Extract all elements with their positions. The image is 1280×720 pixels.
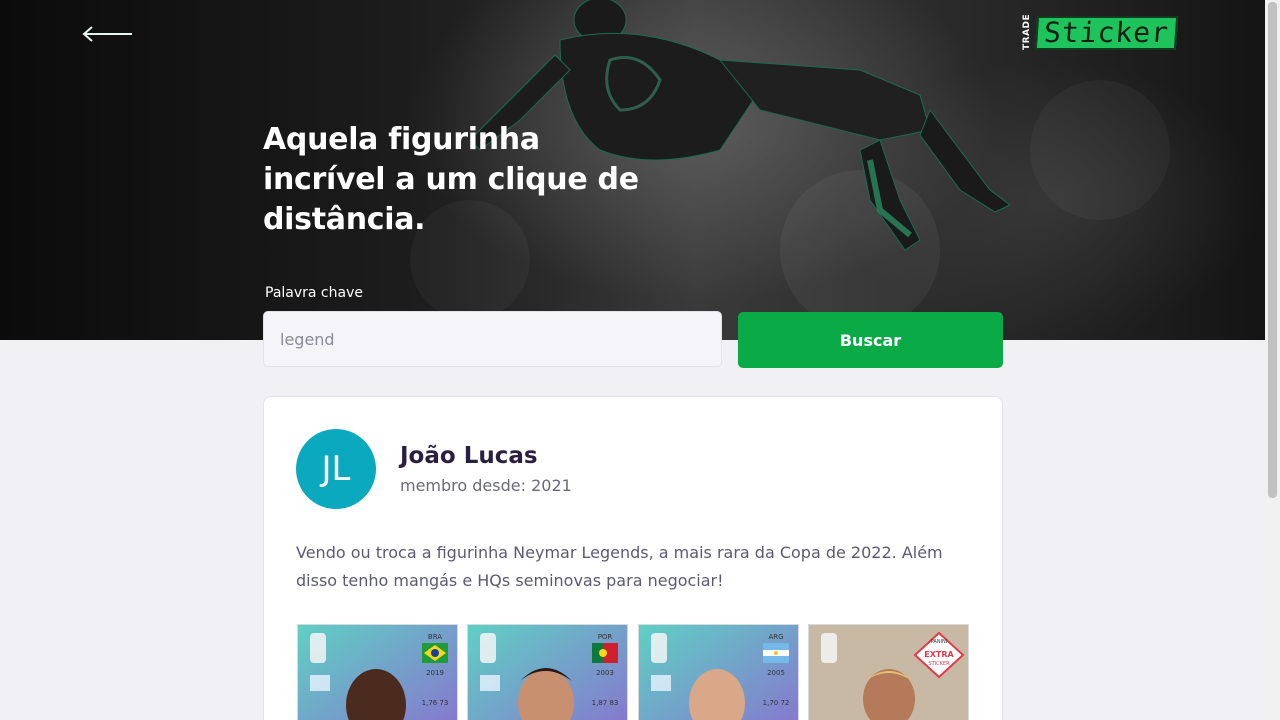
svg-text:1,87 83: 1,87 83 xyxy=(592,699,619,707)
user-name[interactable]: João Lucas xyxy=(400,443,538,469)
svg-text:ARG: ARG xyxy=(768,633,783,641)
trophy-icon xyxy=(480,633,496,663)
hero-headline: Aquela figurinha incrível a um clique de… xyxy=(263,122,639,237)
sticker-card-arg[interactable]: ARG 2005 1,70 72 xyxy=(638,624,799,720)
page-scrollbar[interactable] xyxy=(1265,0,1280,720)
post-card: JL João Lucas membro desde: 2021 Vendo o… xyxy=(263,396,1003,720)
logo-trade-text: TRADE xyxy=(1022,13,1032,50)
svg-text:STICKER: STICKER xyxy=(928,661,950,667)
svg-text:BRA: BRA xyxy=(428,633,442,641)
trophy-icon xyxy=(821,633,837,663)
svg-text:1,70 72: 1,70 72 xyxy=(763,699,790,707)
sticker-card-bra[interactable]: BRA 2019 1,76 73 xyxy=(297,624,458,720)
logo-sticker-text: Sticker xyxy=(1034,16,1179,50)
member-since: membro desde: 2021 xyxy=(400,476,572,495)
svg-text:EXTRA: EXTRA xyxy=(924,650,954,659)
avatar[interactable]: JL xyxy=(296,429,376,509)
hero-banner: TRADE Sticker Aquela figurinha incrível … xyxy=(0,0,1265,340)
search-input[interactable] xyxy=(263,311,722,367)
search-label: Palavra chave xyxy=(265,285,363,301)
sticker-gallery: BRA 2019 1,76 73 POR 2003 1,87 83 ARG 20… xyxy=(297,624,977,720)
sticker-card-por[interactable]: POR 2003 1,87 83 xyxy=(467,624,628,720)
svg-text:2003: 2003 xyxy=(596,669,614,677)
svg-text:PANINI: PANINI xyxy=(931,639,948,645)
svg-text:2019: 2019 xyxy=(426,669,444,677)
trophy-icon xyxy=(651,633,667,663)
svg-text:2005: 2005 xyxy=(767,669,785,677)
search-button[interactable]: Buscar xyxy=(738,312,1003,368)
scrollbar-thumb[interactable] xyxy=(1268,2,1277,498)
back-arrow-icon[interactable] xyxy=(82,24,134,44)
trade-sticker-logo[interactable]: TRADE Sticker xyxy=(1022,14,1184,54)
svg-text:1,76 73: 1,76 73 xyxy=(422,699,449,707)
trophy-icon xyxy=(310,633,326,663)
svg-text:POR: POR xyxy=(598,633,613,641)
sticker-card-extra[interactable]: PANINI EXTRA STICKER xyxy=(808,624,969,720)
post-text: Vendo ou troca a figurinha Neymar Legend… xyxy=(296,543,943,590)
